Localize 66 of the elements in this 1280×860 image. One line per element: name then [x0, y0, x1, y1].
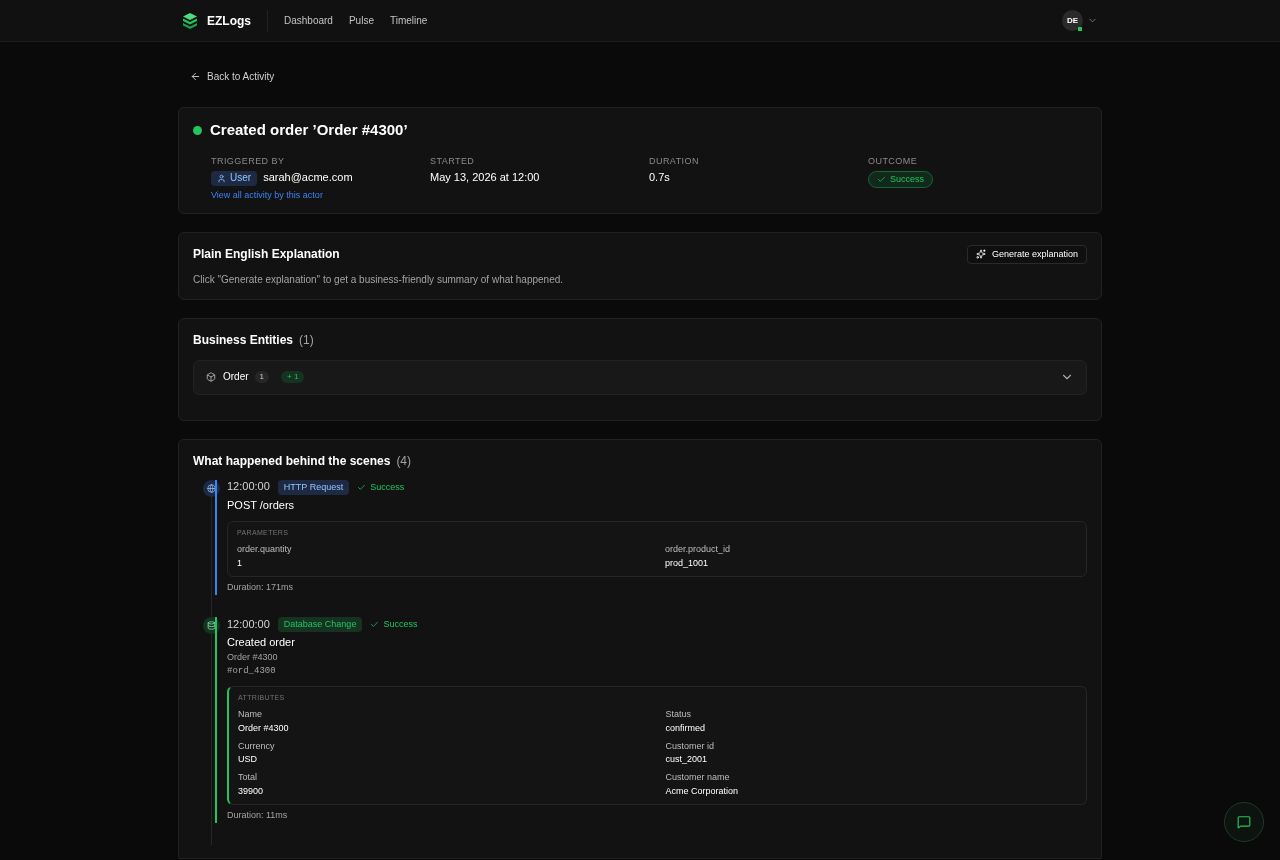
generate-explanation-button[interactable]: Generate explanation — [966, 244, 1087, 264]
section-title: What happened behind the scenes — [193, 452, 391, 470]
event-duration: Duration: 11ms — [227, 809, 289, 821]
field-label: Status — [665, 709, 692, 721]
event-type-badge: HTTP Request — [277, 479, 350, 495]
check-icon — [357, 482, 367, 492]
field-label: order.quantity — [237, 544, 293, 556]
section-count: (1) — [299, 332, 314, 348]
meta-label: DURATION — [649, 155, 700, 167]
logo-icon — [181, 11, 199, 30]
event-status: Success — [370, 619, 418, 631]
nav-link[interactable]: Dashboard — [284, 13, 333, 28]
chat-button[interactable] — [1224, 802, 1264, 842]
user-avatar[interactable]: DE — [1062, 10, 1083, 31]
event-type-badge: Database Change — [277, 617, 363, 633]
outcome-badge: Success — [868, 171, 933, 189]
arrow-left-icon — [190, 71, 201, 82]
user-icon — [217, 173, 226, 183]
check-icon — [370, 620, 380, 630]
field-value: confirmed — [665, 722, 706, 734]
field-value: 1 — [237, 557, 243, 569]
field-label: Name — [238, 709, 263, 721]
field-value: Order #4300 — [238, 722, 290, 734]
meta-label: STARTED — [430, 155, 476, 167]
chat-icon — [1237, 815, 1251, 829]
field-label: Customer id — [665, 740, 715, 752]
event-time: 12:00:00 — [227, 480, 270, 494]
field-value: prod_1001 — [665, 557, 710, 569]
nav-link[interactable]: Timeline — [389, 13, 428, 28]
field-label: Total — [238, 772, 258, 784]
field-label: order.product_id — [665, 544, 732, 556]
section-count: (4) — [396, 452, 412, 470]
event-title: Created order — [227, 636, 296, 650]
meta-label: TRIGGERED BY — [211, 155, 286, 167]
sparkles-icon — [975, 249, 986, 260]
activity-title: Created order ’Order #4300’ — [210, 121, 408, 140]
event-title: POST /orders — [227, 498, 296, 513]
entity-row[interactable]: Order 1 + 1 — [193, 359, 1087, 395]
meta-value: May 13, 2026 at 12:00 — [430, 171, 541, 185]
check-icon — [877, 175, 886, 185]
entity-count: 1 — [254, 371, 269, 383]
field-label: Customer name — [665, 772, 731, 784]
explanation-text: Click "Generate explanation" to get a business-friendly summary of what happened. — [193, 274, 565, 287]
section-title: Plain English Explanation — [193, 246, 340, 262]
cube-icon — [206, 372, 216, 382]
field-label: Currency — [238, 740, 276, 752]
meta-value: sarah@acme.com — [263, 171, 353, 186]
event-duration: Duration: 171ms — [227, 581, 295, 593]
field-value: 39900 — [238, 785, 265, 797]
user-badge: User — [211, 171, 258, 186]
meta-label: OUTCOME — [868, 155, 919, 167]
back-link[interactable]: Back to Activity — [190, 69, 275, 84]
section-title: Business Entities — [193, 332, 294, 348]
field-value: USD — [238, 754, 258, 766]
entity-change: + 1 — [281, 371, 305, 383]
actor-activity-link[interactable]: View all activity by this actor — [211, 189, 430, 201]
event-subtitle: Order #4300 — [227, 652, 279, 664]
field-value: cust_2001 — [665, 754, 709, 766]
event-time: 12:00:00 — [227, 617, 270, 632]
nav-link[interactable]: Pulse — [348, 13, 374, 28]
record-id: #ord_4300 — [227, 666, 277, 678]
meta-value: 0.7s — [649, 171, 671, 185]
field-value: Acme Corporation — [665, 785, 740, 797]
event-status: Success — [357, 481, 405, 493]
brand-name: EZLogs — [207, 12, 251, 30]
entity-name: Order — [223, 370, 249, 384]
